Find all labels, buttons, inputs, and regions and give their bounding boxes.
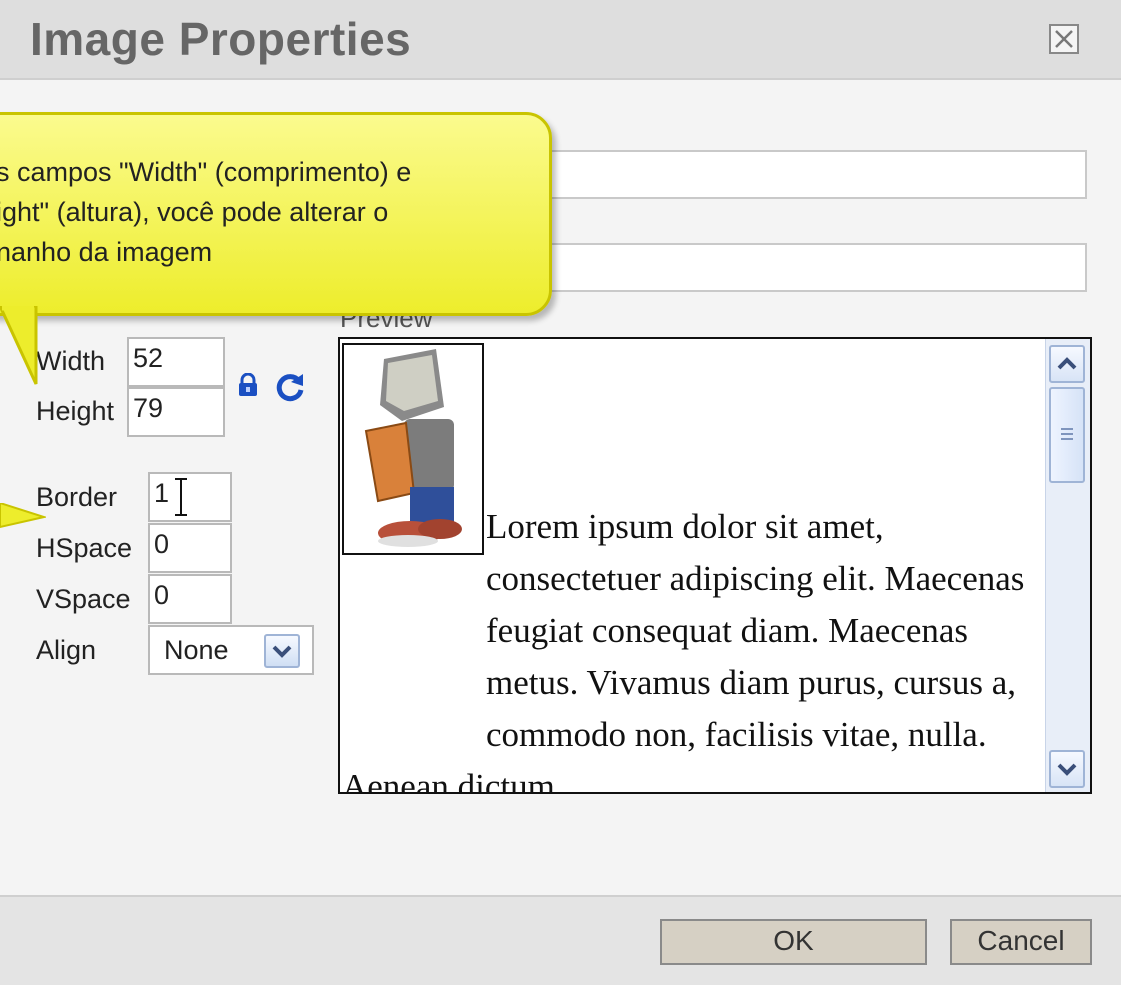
grip-icon: [1061, 428, 1073, 440]
height-label: Height: [36, 396, 115, 426]
hspace-label: HSpace: [36, 533, 133, 563]
callout-pointer: [0, 306, 38, 385]
callout-text: s campos "Width" (comprimento) e ight" (…: [0, 157, 412, 267]
dialog-footer: OK Cancel: [0, 895, 1121, 985]
align-select[interactable]: None: [148, 625, 314, 675]
preview-content: Lorem ipsum dolor sit amet, consectetuer…: [342, 343, 1042, 792]
border-value: 1: [154, 478, 170, 508]
dialog-title: Image Properties: [30, 13, 412, 65]
scroll-thumb[interactable]: [1049, 387, 1085, 483]
cancel-button[interactable]: Cancel: [950, 919, 1092, 965]
chevron-up-icon: [1057, 357, 1077, 370]
dialog-titlebar: Image Properties: [0, 0, 1121, 80]
close-icon: [1055, 30, 1073, 48]
lock-icon[interactable]: [237, 373, 259, 397]
preview-image: [342, 343, 484, 555]
scroll-down-button[interactable]: [1049, 750, 1085, 788]
robot-reading-illustration: [364, 349, 462, 547]
preview-area: Lorem ipsum dolor sit amet, consectetuer…: [338, 337, 1092, 794]
preview-scrollbar[interactable]: [1045, 339, 1090, 792]
hspace-input[interactable]: 0: [148, 523, 232, 573]
image-properties-dialog: Image Properties Preview Width 52 Height…: [0, 0, 1121, 985]
align-dropdown-button[interactable]: [264, 634, 300, 668]
ok-button[interactable]: OK: [660, 919, 927, 965]
close-button[interactable]: [1049, 24, 1079, 54]
align-label: Align: [36, 635, 97, 665]
border-label: Border: [36, 482, 118, 512]
vspace-input[interactable]: 0: [148, 574, 232, 624]
reset-size-icon[interactable]: [274, 371, 306, 403]
align-value: None: [164, 635, 229, 665]
width-input[interactable]: 52: [127, 337, 225, 387]
border-input[interactable]: 1: [148, 472, 232, 522]
height-input[interactable]: 79: [127, 387, 225, 437]
text-cursor-icon: [175, 478, 187, 516]
vspace-label: VSpace: [36, 584, 131, 614]
chevron-down-icon: [272, 645, 292, 658]
callout-pointer-lower: [0, 503, 46, 529]
chevron-down-icon: [1057, 763, 1077, 776]
scroll-up-button[interactable]: [1049, 345, 1085, 383]
